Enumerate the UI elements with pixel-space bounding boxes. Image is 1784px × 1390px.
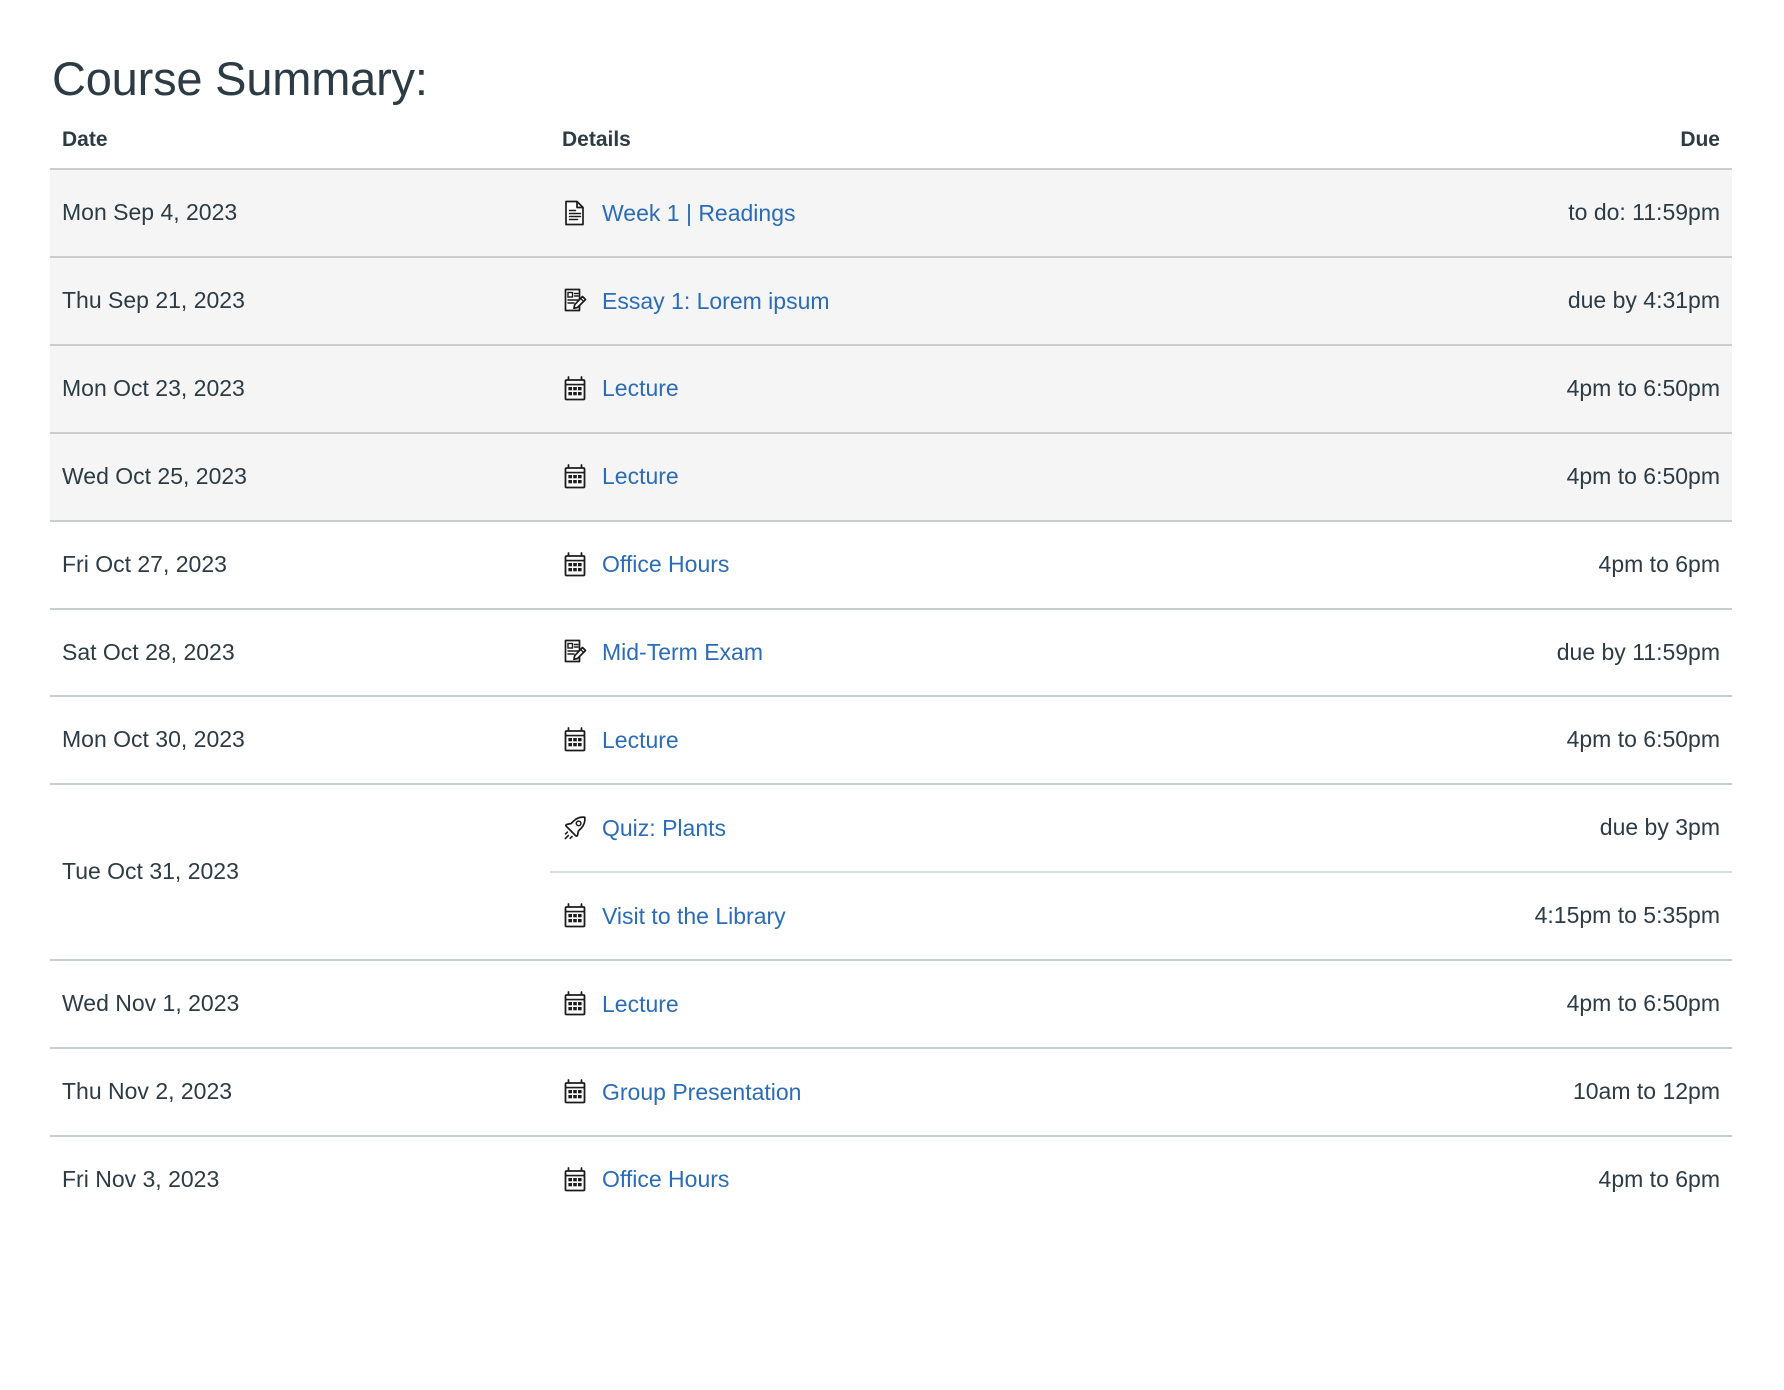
row-details: Office Hours xyxy=(550,519,1310,609)
table-header-row: Date Details Due xyxy=(50,128,1732,170)
event-link[interactable]: Office Hours xyxy=(602,550,729,579)
event-link[interactable]: Lecture xyxy=(602,374,679,403)
event-link[interactable]: Quiz: Plants xyxy=(602,814,726,843)
row-date: Wed Oct 25, 2023 xyxy=(50,431,550,521)
column-header-details: Details xyxy=(550,128,1310,170)
table-row: Thu Nov 2, 2023 Group Presentation 10am to… xyxy=(50,1046,1732,1136)
table-row: Fri Oct 27, 2023 Office Hours 4pm to 6pm xyxy=(50,519,1732,609)
row-due: 4pm to 6:50pm xyxy=(1310,695,1732,785)
detail-link-wrap: Lecture xyxy=(562,374,1298,403)
detail-link-wrap: Office Hours xyxy=(562,1165,1298,1194)
row-due: to do: 11:59pm xyxy=(1310,168,1732,257)
page-title: Course Summary: xyxy=(52,52,428,105)
calendar-icon xyxy=(562,1078,588,1106)
table-row: Wed Oct 25, 2023 Lecture 4pm to 6:50pm xyxy=(50,431,1732,521)
row-date: Thu Nov 2, 2023 xyxy=(50,1046,550,1136)
row-date: Fri Nov 3, 2023 xyxy=(50,1134,550,1223)
course-summary-table: Date Details Due Mon Sep 4, 2023 Week 1 |… xyxy=(50,128,1732,1223)
calendar-icon xyxy=(562,551,588,579)
row-due: 10am to 12pm xyxy=(1310,1046,1732,1136)
event-link[interactable]: Group Presentation xyxy=(602,1078,801,1107)
row-details: Lecture xyxy=(550,695,1310,785)
row-due: 4pm to 6pm xyxy=(1310,519,1732,609)
detail-link-wrap: Quiz: Plants xyxy=(562,814,1298,843)
row-date: Wed Nov 1, 2023 xyxy=(50,959,550,1048)
row-date: Sat Oct 28, 2023 xyxy=(50,607,550,697)
calendar-icon xyxy=(562,726,588,754)
calendar-icon xyxy=(562,902,588,930)
grouped-events-cell: Quiz: Plants due by 3pm Visit to the Libra… xyxy=(550,783,1732,961)
row-details: Lecture xyxy=(550,343,1310,433)
grouped-event-row: Quiz: Plants due by 3pm xyxy=(550,785,1732,873)
row-date: Fri Oct 27, 2023 xyxy=(50,519,550,609)
row-date: Thu Sep 21, 2023 xyxy=(50,255,550,345)
calendar-icon xyxy=(562,1166,588,1194)
quiz-rocket-icon xyxy=(562,814,588,842)
row-details: Lecture xyxy=(550,959,1310,1048)
table-row: Thu Sep 21, 2023 Essay 1: Lorem ipsum due … xyxy=(50,255,1732,345)
table-row: Tue Oct 31, 2023 Quiz: Plants due by 3pm Vi… xyxy=(50,783,1732,961)
detail-link-wrap: Week 1 | Readings xyxy=(562,199,1298,228)
assignment-icon xyxy=(562,638,588,666)
row-date: Mon Sep 4, 2023 xyxy=(50,168,550,257)
table-header: Date Details Due xyxy=(50,128,1732,170)
assignment-icon xyxy=(562,287,588,315)
table-row: Mon Oct 30, 2023 Lecture 4pm to 6:50pm xyxy=(50,695,1732,785)
calendar-icon xyxy=(562,463,588,491)
detail-link-wrap: Group Presentation xyxy=(562,1078,1298,1107)
row-due: due by 4:31pm xyxy=(1310,255,1732,345)
row-details: Lecture xyxy=(550,431,1310,521)
row-details: Week 1 | Readings xyxy=(550,168,1310,257)
table-row: Wed Nov 1, 2023 Lecture 4pm to 6:50pm xyxy=(50,959,1732,1048)
column-header-date: Date xyxy=(50,128,550,170)
row-details: Mid-Term Exam xyxy=(550,607,1310,697)
event-link[interactable]: Mid-Term Exam xyxy=(602,638,763,667)
event-link[interactable]: Visit to the Library xyxy=(602,902,786,931)
document-icon xyxy=(562,199,588,227)
row-due: 4pm to 6:50pm xyxy=(1310,959,1732,1048)
calendar-icon xyxy=(562,990,588,1018)
table-row: Sat Oct 28, 2023 Mid-Term Exam due by 11:5… xyxy=(50,607,1732,697)
grouped-events-table: Quiz: Plants due by 3pm Visit to the Libra… xyxy=(550,785,1732,960)
row-details: Group Presentation xyxy=(550,1046,1310,1136)
row-due: due by 11:59pm xyxy=(1310,607,1732,697)
detail-link-wrap: Lecture xyxy=(562,726,1298,755)
row-details: Essay 1: Lorem ipsum xyxy=(550,255,1310,345)
event-link[interactable]: Lecture xyxy=(602,726,679,755)
event-link[interactable]: Lecture xyxy=(602,462,679,491)
column-header-due: Due xyxy=(1310,128,1732,170)
row-date: Tue Oct 31, 2023 xyxy=(50,783,550,961)
row-due: 4:15pm to 5:35pm xyxy=(1310,871,1732,960)
event-link[interactable]: Essay 1: Lorem ipsum xyxy=(602,287,830,316)
calendar-icon xyxy=(562,375,588,403)
event-link[interactable]: Lecture xyxy=(602,990,679,1019)
table-row: Fri Nov 3, 2023 Office Hours 4pm to 6pm xyxy=(50,1134,1732,1223)
grouped-event-row: Visit to the Library 4:15pm to 5:35pm xyxy=(550,871,1732,960)
course-summary-page: Course Summary: Date Details Due Mon Sep… xyxy=(0,0,1784,1223)
event-link[interactable]: Office Hours xyxy=(602,1165,729,1194)
row-date: Mon Oct 30, 2023 xyxy=(50,695,550,785)
row-due: due by 3pm xyxy=(1599,814,1720,841)
table-body: Mon Sep 4, 2023 Week 1 | Readings to do: 1… xyxy=(50,168,1732,1223)
detail-link-wrap: Lecture xyxy=(562,990,1298,1019)
row-details: Office Hours xyxy=(550,1134,1310,1223)
row-due: 4pm to 6:50pm xyxy=(1310,343,1732,433)
row-due: 4pm to 6:50pm xyxy=(1310,431,1732,521)
detail-link-wrap: Essay 1: Lorem ipsum xyxy=(562,287,1298,316)
row-date: Mon Oct 23, 2023 xyxy=(50,343,550,433)
row-details: Visit to the Library xyxy=(550,871,1310,960)
detail-link-wrap: Mid-Term Exam xyxy=(562,638,1298,667)
detail-link-wrap: Lecture xyxy=(562,462,1298,491)
table-row: Mon Sep 4, 2023 Week 1 | Readings to do: 1… xyxy=(50,168,1732,257)
detail-link-wrap: Office Hours xyxy=(562,550,1298,579)
event-link[interactable]: Week 1 | Readings xyxy=(602,199,796,228)
table-row: Mon Oct 23, 2023 Lecture 4pm to 6:50pm xyxy=(50,343,1732,433)
row-due: 4pm to 6pm xyxy=(1310,1134,1732,1223)
row-details: Quiz: Plants xyxy=(550,785,1310,872)
detail-link-wrap: Visit to the Library xyxy=(562,902,1298,931)
